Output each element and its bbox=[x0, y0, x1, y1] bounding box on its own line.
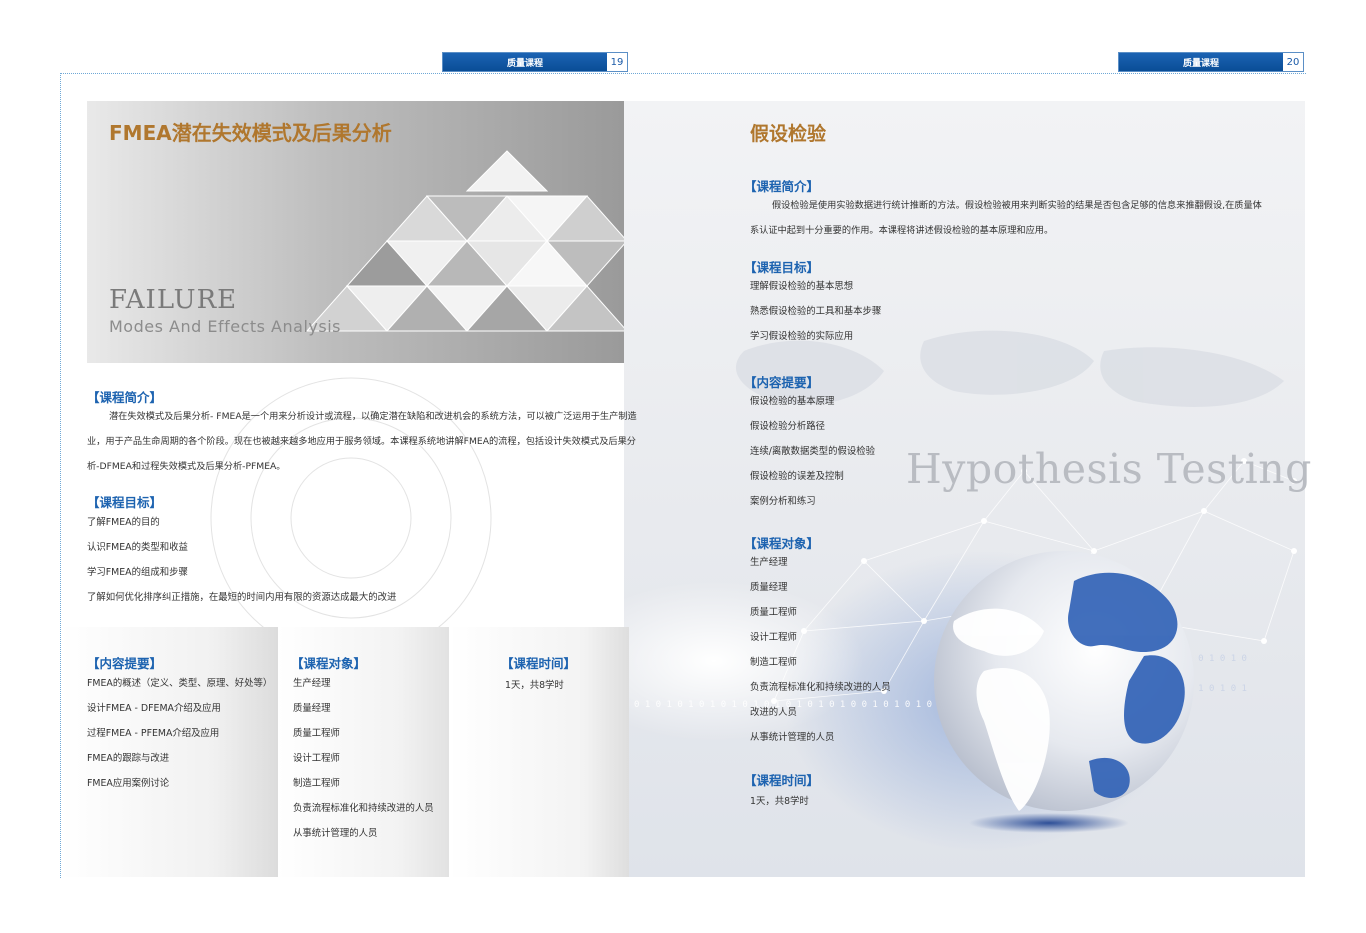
list-item: 连续/离散数据类型的假设检验 bbox=[750, 446, 876, 457]
left-audience-heading: 【课程对象】 bbox=[291, 656, 367, 671]
list-item: 假设检验的基本原理 bbox=[750, 396, 835, 407]
list-item: FMEA的概述（定义、类型、原理、好处等） bbox=[87, 678, 273, 689]
left-tab-label: 质量课程 bbox=[443, 53, 607, 71]
list-item: 从事统计管理的人员 bbox=[293, 828, 378, 839]
right-tab-label: 质量课程 bbox=[1119, 53, 1283, 71]
left-content-heading: 【内容提要】 bbox=[87, 656, 163, 671]
left-intro-line: 析-DFMEA和过程失效模式及后果分析-PFMEA。 bbox=[87, 461, 286, 472]
left-duration-heading: 【课程时间】 bbox=[501, 656, 577, 671]
right-page-number: 20 bbox=[1286, 56, 1300, 68]
left-intro-line: 业，用于产品生命周期的各个阶段。现在也被越来越多地应用于服务领域。本课程系统地讲… bbox=[87, 436, 636, 447]
list-item: 制造工程师 bbox=[293, 778, 340, 789]
right-intro-body: 假设检验是使用实验数据进行统计推断的方法。假设检验被用来判断实验的结果是否包含足… bbox=[750, 193, 1298, 243]
right-page-tab: 质量课程 20 bbox=[1118, 52, 1304, 72]
hypothesis-title: 假设检验 bbox=[750, 123, 827, 145]
fmea-hero-banner: FMEA潜在失效模式及后果分析 FAILURE Modes And Effect… bbox=[87, 101, 624, 363]
left-content-list: FMEA的概述（定义、类型、原理、好处等） 设计FMEA - DFEMA介绍及应… bbox=[87, 677, 272, 802]
left-audience-list: 生产经理 质量经理 质量工程师 设计工程师 制造工程师 负责流程标准化和持续改进… bbox=[293, 677, 434, 852]
list-item: 从事统计管理的人员 bbox=[750, 732, 835, 743]
left-page-number: 19 bbox=[610, 56, 624, 68]
hypothesis-watermark: Hypothesis Testing bbox=[906, 445, 1312, 493]
left-page-tab: 质量课程 19 bbox=[442, 52, 628, 72]
fmea-title: FMEA潜在失效模式及后果分析 bbox=[109, 121, 392, 145]
left-intro-body: 潜在失效模式及后果分析- FMEA是一个用来分析设计或流程，以确定潜在缺陷和改进… bbox=[87, 404, 637, 479]
list-item: 负责流程标准化和持续改进的人员 bbox=[750, 682, 891, 693]
list-item: 制造工程师 bbox=[750, 657, 797, 668]
list-item: 负责流程标准化和持续改进的人员 bbox=[293, 803, 434, 814]
list-item: 过程FMEA - PFEMA介绍及应用 bbox=[87, 728, 220, 739]
list-item: 质量经理 bbox=[750, 582, 788, 593]
right-intro-line: 系认证中起到十分重要的作用。本课程将讲述假设检验的基本原理和应用。 bbox=[750, 225, 1054, 236]
right-content-heading: 【内容提要】 bbox=[744, 375, 820, 390]
list-item: 改进的人员 bbox=[750, 707, 797, 718]
list-item: 生产经理 bbox=[293, 678, 331, 689]
list-item: 设计FMEA - DFEMA介绍及应用 bbox=[87, 703, 221, 714]
list-item: 设计工程师 bbox=[750, 632, 797, 643]
list-item: 学习假设检验的实际应用 bbox=[750, 331, 854, 342]
right-content-list: 假设检验的基本原理 假设检验分析路径 连续/离散数据类型的假设检验 假设检验的误… bbox=[750, 395, 875, 520]
hero-failure-text: FAILURE bbox=[109, 285, 238, 315]
list-item: 质量经理 bbox=[293, 703, 331, 714]
list-item: 案例分析和练习 bbox=[750, 496, 816, 507]
list-item: 生产经理 bbox=[750, 557, 788, 568]
list-item: 假设检验的误差及控制 bbox=[750, 471, 844, 482]
list-item: 质量工程师 bbox=[750, 607, 797, 618]
right-audience-heading: 【课程对象】 bbox=[744, 536, 820, 551]
left-intro-line: 潜在失效模式及后果分析- FMEA是一个用来分析设计或流程，以确定潜在缺陷和改进… bbox=[109, 411, 637, 422]
list-item: FMEA的跟踪与改进 bbox=[87, 753, 170, 764]
left-goals-heading: 【课程目标】 bbox=[87, 495, 163, 510]
list-item: 假设检验分析路径 bbox=[750, 421, 826, 432]
list-item: 设计工程师 bbox=[293, 753, 340, 764]
right-duration-text: 1天，共8学时 bbox=[750, 796, 809, 807]
list-item: 理解假设检验的基本思想 bbox=[750, 281, 854, 292]
list-item: FMEA应用案例讨论 bbox=[87, 778, 170, 789]
right-audience-list: 生产经理 质量经理 质量工程师 设计工程师 制造工程师 负责流程标准化和持续改进… bbox=[750, 556, 891, 756]
hero-modes-text: Modes And Effects Analysis bbox=[109, 317, 341, 336]
list-item: 熟悉假设检验的工具和基本步骤 bbox=[750, 306, 882, 317]
list-item: 了解FMEA的目的 bbox=[87, 517, 160, 528]
list-item: 质量工程师 bbox=[293, 728, 340, 739]
right-intro-line: 假设检验是使用实验数据进行统计推断的方法。假设检验被用来判断实验的结果是否包含足… bbox=[772, 200, 1262, 211]
list-item: 学习FMEA的组成和步骤 bbox=[87, 567, 188, 578]
left-duration-text: 1天，共8学时 bbox=[505, 680, 564, 691]
right-goals-heading: 【课程目标】 bbox=[744, 260, 820, 275]
page-frame-top bbox=[60, 73, 1306, 74]
list-item: 了解如何优化排序纠正措施，在最短的时间内用有限的资源达成最大的改进 bbox=[87, 592, 397, 603]
left-goals-list: 了解FMEA的目的 认识FMEA的类型和收益 学习FMEA的组成和步骤 了解如何… bbox=[87, 516, 396, 616]
right-duration-heading: 【课程时间】 bbox=[744, 773, 820, 788]
list-item: 认识FMEA的类型和收益 bbox=[87, 542, 188, 553]
right-goals-list: 理解假设检验的基本思想 熟悉假设检验的工具和基本步骤 学习假设检验的实际应用 bbox=[750, 280, 881, 355]
